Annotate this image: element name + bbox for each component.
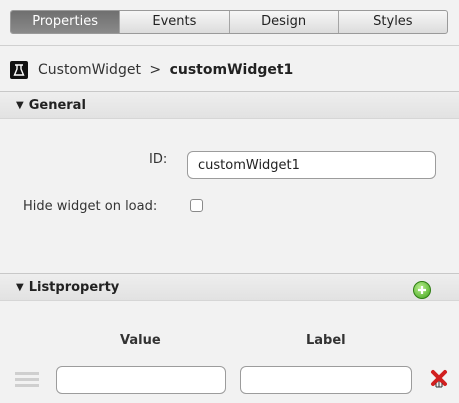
flask-icon — [10, 61, 28, 79]
tab-design[interactable]: Design — [228, 11, 338, 33]
breadcrumb-separator: > — [149, 62, 162, 78]
hide-widget-checkbox[interactable] — [190, 199, 203, 212]
column-header-value: Value — [120, 333, 161, 348]
section-general-title: General — [28, 97, 86, 113]
disclosure-triangle-icon: ▼ — [16, 99, 24, 111]
panel-tabs: Properties Events Design Styles — [10, 10, 448, 34]
section-general-header[interactable]: ▼ General — [0, 91, 459, 119]
section-listproperty-title: Listproperty — [28, 279, 120, 295]
breadcrumb-type: CustomWidget — [38, 62, 141, 78]
row-label-input[interactable] — [240, 366, 412, 394]
hide-widget-label: Hide widget on load: — [23, 199, 158, 214]
tab-properties[interactable]: Properties — [11, 11, 120, 33]
section-listproperty-header[interactable]: ▼ Listproperty — [0, 273, 459, 301]
divider — [0, 45, 459, 46]
tab-styles[interactable]: Styles — [337, 11, 447, 33]
row-value-input[interactable] — [56, 366, 226, 394]
tab-events[interactable]: Events — [119, 11, 228, 33]
disclosure-triangle-icon: ▼ — [16, 281, 24, 293]
drag-handle-icon[interactable] — [15, 372, 39, 390]
column-header-label: Label — [306, 333, 346, 348]
id-input[interactable] — [187, 151, 436, 179]
add-item-icon[interactable] — [413, 281, 431, 299]
breadcrumb: CustomWidget > customWidget1 — [10, 60, 293, 80]
delete-row-icon[interactable] — [430, 369, 448, 391]
breadcrumb-widget-name: customWidget1 — [169, 62, 294, 78]
id-label: ID: — [149, 152, 168, 167]
